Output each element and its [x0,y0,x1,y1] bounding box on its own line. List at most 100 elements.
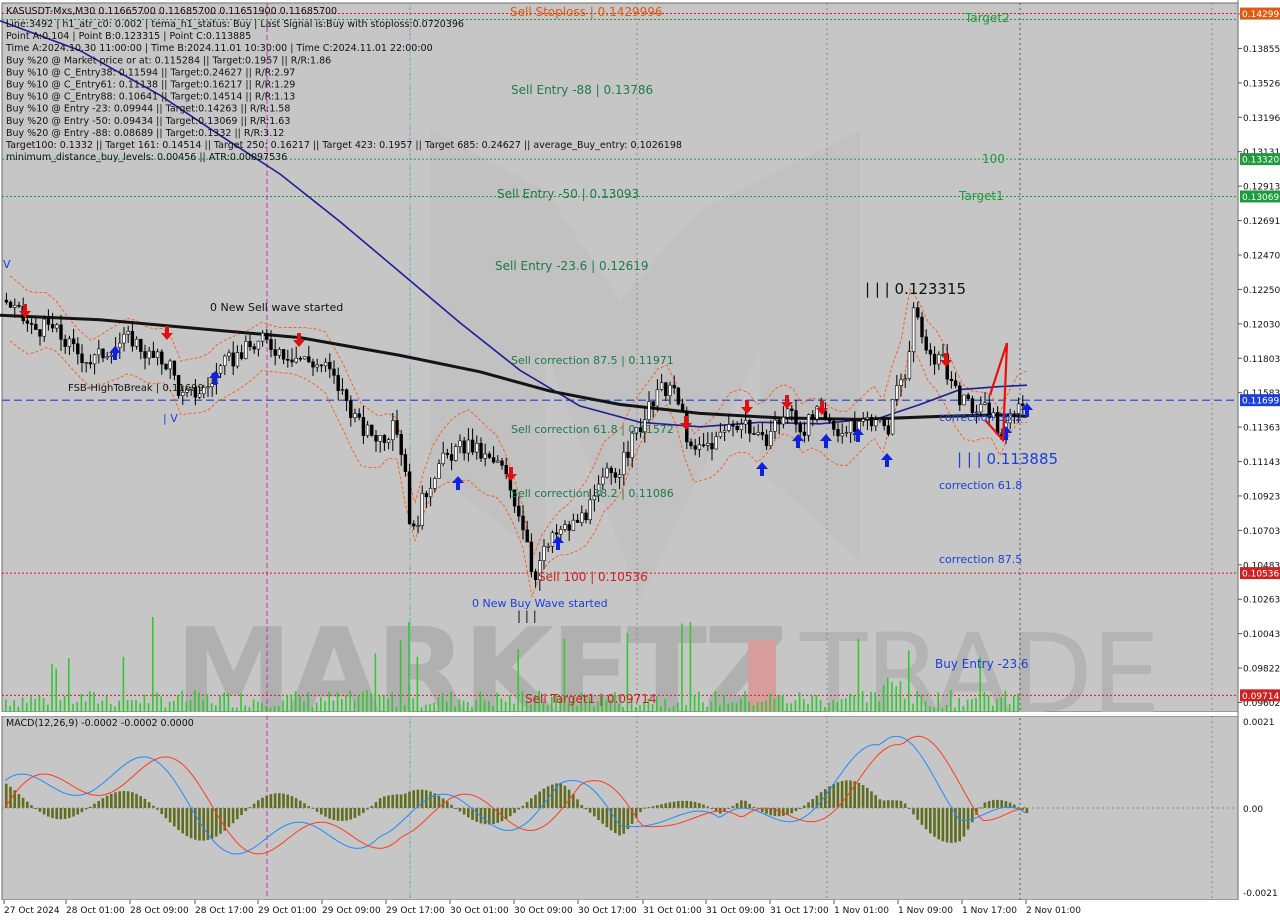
candle-body [760,432,765,436]
volume-bar [815,694,818,712]
candle-body [920,316,924,338]
macd-histogram-bar [47,808,50,817]
volume-bar [126,700,129,712]
candle-body [903,378,907,381]
candle-body [395,420,399,435]
candle-body [672,384,676,389]
volume-bar [328,691,330,712]
candle-body [664,382,668,397]
volume-bar [635,707,637,712]
macd-histogram-bar [618,808,621,836]
macd-histogram-bar [790,808,793,814]
candle-body [504,464,508,475]
macd-histogram-bar [341,808,344,822]
level-label: Sell correction 61.8 | 0.11572 [511,423,674,436]
time-axis-label: 1 Nov 01:00 [834,906,889,916]
volume-bar [992,705,994,712]
candle-body [802,431,807,436]
level-label: 0 New Buy Wave started [472,597,608,610]
volume-bar [215,705,217,712]
volume-bar [798,692,801,712]
macd-histogram-bar [408,791,411,808]
price-tick-label: 0.10043 [1243,630,1280,640]
candle-body [269,339,273,350]
level-label: Sell Target1 | 0.09714 [525,692,657,706]
volume-bar [546,705,549,712]
volume-bar [672,706,675,712]
macd-histogram-bar [899,800,903,808]
macd-histogram-bar [811,798,814,808]
macd-histogram-bar [282,793,285,808]
macd-histogram-bar [845,780,848,808]
candle-body [533,571,538,581]
macd-histogram-bar [740,800,743,808]
volume-bar [97,703,99,712]
candle-body [962,394,966,406]
macd-histogram-bar [681,800,684,808]
candle-body [71,338,76,345]
candle-body [265,332,269,340]
chart-window: MARKETZ TRADE Sell Stoploss | 0.1429996 Ta… [0,0,1280,920]
volume-bar [840,699,843,712]
macd-histogram-bar [181,808,184,834]
watermark-right: TRADE [799,610,1159,738]
macd-histogram-bar [177,808,180,831]
candle-body [924,336,928,351]
volume-bar [748,701,750,712]
volume-bar [236,707,238,712]
macd-histogram-bar [483,808,487,825]
candle-body [748,420,752,434]
macd-histogram-bar [832,784,835,808]
macd-histogram-bar [992,800,995,808]
volume-bar [357,695,360,712]
macd-histogram-bar [672,801,676,808]
volume-bar [198,692,200,712]
candle-body [319,364,324,367]
volume-bar [5,699,7,712]
candle-body [554,532,559,535]
candle-body [441,452,445,465]
candle-body [42,318,46,337]
candle-body [806,414,811,436]
candle-body [542,546,546,561]
volume-bar [698,691,700,712]
macd-histogram-bar [513,808,516,814]
price-tick-label: 0.13855 [1243,45,1280,55]
candle-body [693,445,697,450]
volume-bar [429,703,431,712]
volume-bar [450,691,452,712]
price-chart[interactable]: MARKETZ TRADE Sell Stoploss | 0.1429996 Ta… [0,0,1280,920]
volume-bar [55,668,57,712]
volume-bar [248,707,251,712]
candle-body [907,351,912,379]
macd-histogram-bar [509,808,512,817]
volume-bar [84,701,87,712]
macd-histogram-bar [399,794,403,808]
volume-bar [378,696,381,712]
macd-histogram-bar [383,796,386,808]
volume-bar [479,691,482,712]
volume-bar [387,698,389,712]
macd-histogram-bar [622,808,625,834]
macd-histogram-bar [958,808,961,842]
volume-bar [294,691,297,712]
candle-body [449,454,454,461]
candle-body [785,408,790,418]
volume-bar [257,701,259,712]
volume-bar [227,693,230,712]
volume-bar [870,691,872,712]
volume-bar [861,691,864,712]
macd-histogram-bar [887,800,890,808]
volume-bar [42,697,45,712]
macd-histogram-bar [105,795,109,808]
macd-histogram-bar [492,808,495,825]
volume-bar [252,699,255,712]
macd-histogram-bar [101,798,105,808]
candle-body [491,457,496,463]
time-axis-label: 30 Oct 01:00 [450,906,509,916]
volume-bar [374,653,377,712]
volume-bar [30,696,32,712]
candle-body [370,424,374,436]
candle-body [651,401,655,407]
chart-title: KASUSDT-Mxs,M30 0.11665700 0.11685700 0.… [6,6,337,17]
